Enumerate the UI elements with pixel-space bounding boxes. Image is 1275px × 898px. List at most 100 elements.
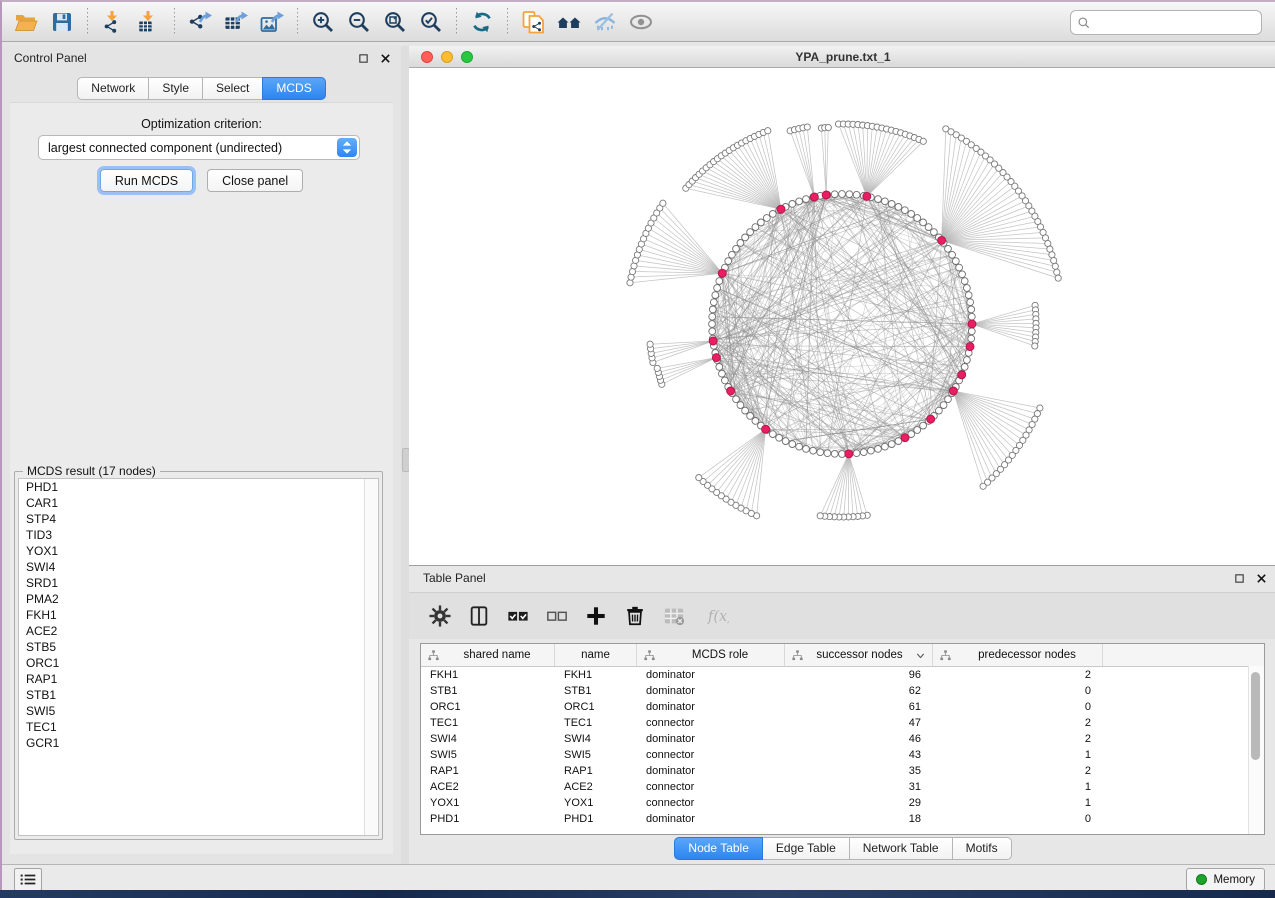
import-table-button[interactable] bbox=[131, 6, 167, 38]
clear-checkboxes-button[interactable] bbox=[542, 601, 572, 631]
add-column-button[interactable] bbox=[581, 601, 611, 631]
show-all-button[interactable] bbox=[623, 6, 659, 38]
close-panel-icon[interactable] bbox=[377, 50, 393, 66]
mcds-result-item[interactable]: YOX1 bbox=[19, 543, 378, 559]
mcds-result-item[interactable]: TID3 bbox=[19, 527, 378, 543]
toolbar-separator bbox=[507, 8, 508, 36]
mcds-result-item[interactable]: PMA2 bbox=[19, 591, 378, 607]
mcds-node[interactable] bbox=[845, 450, 853, 458]
tab-network-table[interactable]: Network Table bbox=[849, 837, 953, 860]
mcds-result-item[interactable]: CAR1 bbox=[19, 495, 378, 511]
select-all-checkboxes-button[interactable] bbox=[503, 601, 533, 631]
mcds-node[interactable] bbox=[718, 269, 726, 277]
mcds-result-item[interactable]: ACE2 bbox=[19, 623, 378, 639]
dropdown-stepper-icon bbox=[337, 138, 357, 157]
table-row[interactable]: SWI4SWI4dominator462 bbox=[421, 731, 1264, 747]
export-table-button[interactable] bbox=[218, 6, 254, 38]
result-list-scrollbar[interactable] bbox=[364, 479, 378, 835]
tab-edge-table[interactable]: Edge Table bbox=[762, 837, 850, 860]
mcds-node[interactable] bbox=[927, 415, 935, 423]
table-row[interactable]: RAP1RAP1dominator352 bbox=[421, 763, 1264, 779]
run-mcds-button[interactable]: Run MCDS bbox=[100, 169, 193, 192]
table-row[interactable]: ORC1ORC1dominator610 bbox=[421, 699, 1264, 715]
mcds-node[interactable] bbox=[958, 371, 966, 379]
open-file-button[interactable] bbox=[8, 6, 44, 38]
table-row[interactable]: FKH1FKH1dominator962 bbox=[421, 667, 1264, 683]
first-neighbors-button[interactable] bbox=[551, 6, 587, 38]
duplicate-network-button[interactable] bbox=[515, 6, 551, 38]
mcds-node[interactable] bbox=[822, 191, 830, 199]
tab-style[interactable]: Style bbox=[148, 77, 203, 100]
table-row[interactable]: PHD1PHD1dominator180 bbox=[421, 811, 1264, 827]
sort-chevron-icon[interactable] bbox=[915, 650, 926, 661]
table-cell: connector bbox=[637, 797, 785, 809]
close-table-panel-icon[interactable] bbox=[1253, 570, 1269, 586]
mcds-result-item[interactable]: STB5 bbox=[19, 639, 378, 655]
mcds-node[interactable] bbox=[863, 192, 871, 200]
mcds-node[interactable] bbox=[712, 354, 720, 362]
close-panel-button[interactable]: Close panel bbox=[207, 169, 303, 192]
save-session-button[interactable] bbox=[44, 6, 80, 38]
table-scrollbar-thumb[interactable] bbox=[1251, 672, 1260, 760]
mcds-node[interactable] bbox=[949, 387, 957, 395]
zoom-fit-button[interactable] bbox=[377, 6, 413, 38]
table-scrollbar[interactable] bbox=[1248, 666, 1264, 834]
mcds-node[interactable] bbox=[968, 320, 976, 328]
menu-list-button[interactable] bbox=[14, 868, 42, 891]
search-input[interactable] bbox=[1095, 13, 1261, 32]
network-view-canvas[interactable] bbox=[409, 68, 1275, 565]
float-table-panel-icon[interactable] bbox=[1231, 570, 1247, 586]
tab-select[interactable]: Select bbox=[202, 77, 263, 100]
memory-button[interactable]: Memory bbox=[1186, 868, 1265, 891]
export-image-button[interactable] bbox=[254, 6, 290, 38]
mcds-node[interactable] bbox=[938, 236, 946, 244]
mcds-result-item[interactable]: STP4 bbox=[19, 511, 378, 527]
mcds-node[interactable] bbox=[901, 434, 909, 442]
mcds-node[interactable] bbox=[727, 387, 735, 395]
zoom-out-button[interactable] bbox=[341, 6, 377, 38]
mcds-node[interactable] bbox=[810, 193, 818, 201]
mcds-result-item[interactable]: TEC1 bbox=[19, 719, 378, 735]
mcds-result-item[interactable]: FKH1 bbox=[19, 607, 378, 623]
mcds-result-item[interactable]: SRD1 bbox=[19, 575, 378, 591]
optimization-criterion-dropdown[interactable]: largest connected component (undirected) bbox=[38, 135, 360, 160]
tab-motifs[interactable]: Motifs bbox=[952, 837, 1012, 860]
mcds-node[interactable] bbox=[709, 337, 717, 345]
network-window-titlebar[interactable]: YPA_prune.txt_1 bbox=[409, 46, 1275, 68]
refresh-layout-button[interactable] bbox=[464, 6, 500, 38]
mcds-result-item[interactable]: STB1 bbox=[19, 687, 378, 703]
table-row[interactable]: STB1STB1dominator620 bbox=[421, 683, 1264, 699]
column-header-name[interactable]: name bbox=[555, 644, 637, 666]
mcds-node[interactable] bbox=[762, 425, 770, 433]
table-row[interactable]: SWI5SWI5connector431 bbox=[421, 747, 1264, 763]
mcds-result-item[interactable]: ORC1 bbox=[19, 655, 378, 671]
table-row[interactable]: TEC1TEC1connector472 bbox=[421, 715, 1264, 731]
tab-mcds[interactable]: MCDS bbox=[262, 77, 325, 100]
mcds-result-item[interactable]: RAP1 bbox=[19, 671, 378, 687]
zoom-in-button[interactable] bbox=[305, 6, 341, 38]
mcds-node[interactable] bbox=[966, 343, 974, 351]
trash-button[interactable] bbox=[620, 601, 650, 631]
gear-button[interactable] bbox=[425, 601, 455, 631]
column-header-shared-name[interactable]: shared name bbox=[421, 644, 555, 666]
column-header-successor-nodes[interactable]: successor nodes bbox=[785, 644, 933, 666]
hide-selected-button[interactable] bbox=[587, 6, 623, 38]
export-network-button[interactable] bbox=[182, 6, 218, 38]
table-row[interactable]: YOX1YOX1connector291 bbox=[421, 795, 1264, 811]
tab-node-table[interactable]: Node Table bbox=[674, 837, 763, 860]
column-header-predecessor-nodes[interactable]: predecessor nodes bbox=[933, 644, 1103, 666]
zoom-selected-button[interactable] bbox=[413, 6, 449, 38]
mcds-result-item[interactable]: SWI5 bbox=[19, 703, 378, 719]
table-cell: 47 bbox=[785, 717, 933, 729]
mcds-result-item[interactable]: GCR1 bbox=[19, 735, 378, 751]
mcds-result-item[interactable]: PHD1 bbox=[19, 479, 378, 495]
import-network-button[interactable] bbox=[95, 6, 131, 38]
tab-network[interactable]: Network bbox=[77, 77, 149, 100]
float-panel-icon[interactable] bbox=[355, 50, 371, 66]
table-row[interactable]: ACE2ACE2connector311 bbox=[421, 779, 1264, 795]
split-columns-button[interactable] bbox=[464, 601, 494, 631]
column-header-MCDS-role[interactable]: MCDS role bbox=[637, 644, 785, 666]
mcds-result-item[interactable]: SWI4 bbox=[19, 559, 378, 575]
column-label: name bbox=[555, 649, 636, 661]
mcds-node[interactable] bbox=[777, 205, 785, 213]
